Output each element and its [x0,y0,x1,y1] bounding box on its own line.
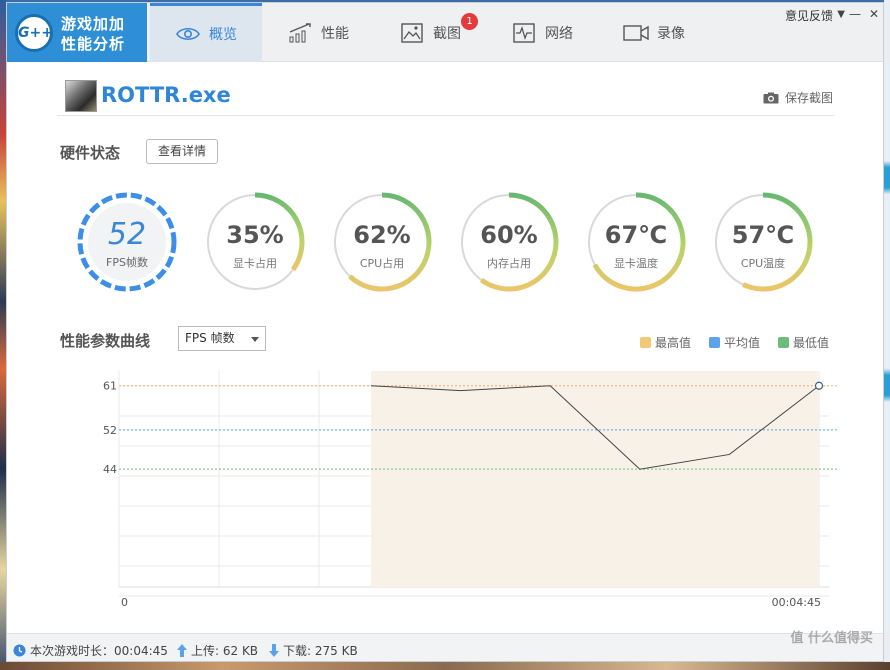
clock-icon [13,644,26,657]
play-duration-text: 本次游戏时长：00:04:45 [30,644,168,658]
arrow-up-icon [177,644,187,657]
chart-svg: 61 52 44 0 00:04:45 [103,371,837,609]
view-details-button[interactable]: 查看详情 [146,139,218,164]
cpu-usage-value: 62% [353,221,411,249]
legend-max: 最高值 [640,334,691,351]
cpu-temp-gauge: 57℃ CPU温度 [712,191,814,293]
play-duration: 本次游戏时长：00:04:45 [13,642,168,659]
arrow-down-icon [269,644,279,657]
gpu-usage-gauge: 35% 显卡占用 [204,191,306,293]
gpu-temp-value: 67℃ [604,221,668,249]
pulse-icon [511,22,537,43]
fps-line-chart: 61 52 44 0 00:04:45 [47,363,837,613]
fps-gauge: 52 FPS帧数 [76,191,178,293]
close-button[interactable]: ✕ [869,7,879,21]
legend-max-swatch [640,337,651,348]
legend-avg-label: 平均值 [724,336,761,350]
download-text: 下载: 275 KB [283,644,358,658]
app-logo: G++ 游戏加加 性能分析 [7,3,147,62]
legend-avg-swatch [709,337,720,348]
cpu-usage-gauge: 62% CPU占用 [331,191,433,293]
upload-stat: 上传: 62 KB [177,642,258,659]
picture-icon [399,22,425,43]
fps-value: 52 [107,217,147,252]
upload-text: 上传: 62 KB [191,644,259,658]
feedback-link[interactable]: 意见反馈 [785,7,833,24]
top-bar: G++ 游戏加加 性能分析 概览 性能 截图 1 网络 录像 意见反馈 ▼ — … [7,3,883,62]
fps-label: FPS帧数 [106,256,148,269]
cpu-usage-label: CPU占用 [359,257,405,270]
performance-curve-title: 性能参数曲线 [60,332,151,350]
memory-usage-gauge: 60% 内存占用 [458,191,560,293]
game-title: ROTTR.exe [101,83,231,107]
video-camera-icon [623,23,649,43]
game-thumbnail [65,80,97,112]
save-screenshot-button[interactable]: 保存截图 [763,89,833,106]
chevron-down-icon [251,337,259,342]
download-stat: 下载: 275 KB [269,642,358,659]
x-end-label: 00:04:45 [772,596,821,609]
minimize-button[interactable]: — [849,7,861,21]
tab-recording-label: 录像 [657,25,685,42]
app-window: G++ 游戏加加 性能分析 概览 性能 截图 1 网络 录像 意见反馈 ▼ — … [6,2,884,662]
camera-icon [763,92,779,104]
y-tick-label: 61 [103,380,117,393]
cpu-temp-label: CPU温度 [740,257,786,270]
y-tick-label: 52 [103,424,117,437]
legend-max-label: 最高值 [655,336,692,350]
logo-subtitle: 性能分析 [61,35,126,53]
metric-select[interactable]: FPS 帧数 [178,326,266,351]
logo-badge-icon: G++ [15,14,53,52]
legend-min: 最低值 [778,334,829,351]
session-area [371,371,819,587]
fps-point [814,381,824,390]
tab-overview[interactable]: 概览 [150,3,262,62]
y-tick-label: 44 [103,463,117,476]
tab-network-label: 网络 [545,25,573,42]
hardware-status-title: 硬件状态 [60,144,121,162]
screenshot-count-badge: 1 [461,13,478,30]
gpu-usage-value: 35% [226,221,284,249]
memory-usage-value: 60% [480,221,538,249]
gpu-temp-label: 显卡温度 [614,257,658,270]
watermark: 值 什么值得买 [790,631,873,646]
legend-avg: 平均值 [709,334,760,351]
status-bar: 本次游戏时长：00:04:45 上传: 62 KB 下载: 275 KB [7,633,883,661]
legend-min-label: 最低值 [793,336,830,350]
tab-network[interactable]: 网络 [486,3,598,62]
eye-icon [175,24,201,44]
bar-chart-icon [287,22,313,43]
desktop-background-bottom [0,662,890,670]
logo-title: 游戏加加 [61,15,126,33]
x-start-label: 0 [121,596,128,609]
tab-performance-label: 性能 [321,25,349,42]
save-screenshot-label: 保存截图 [784,91,833,105]
gpu-usage-label: 显卡占用 [233,257,277,270]
tab-recording[interactable]: 录像 [598,3,710,62]
tab-screenshots-label: 截图 [433,25,461,42]
menu-dropdown-icon[interactable]: ▼ [837,9,845,20]
desktop-background-right [884,0,890,670]
gpu-temp-gauge: 67℃ 显卡温度 [585,191,687,293]
tab-overview-label: 概览 [209,27,237,43]
memory-usage-label: 内存占用 [487,257,531,270]
cpu-temp-value: 57℃ [731,221,795,249]
tab-performance[interactable]: 性能 [262,3,374,62]
tab-screenshots[interactable]: 截图 1 [374,3,486,62]
legend-min-swatch [778,337,789,348]
metric-select-value: FPS 帧数 [185,331,235,345]
divider [57,115,835,116]
